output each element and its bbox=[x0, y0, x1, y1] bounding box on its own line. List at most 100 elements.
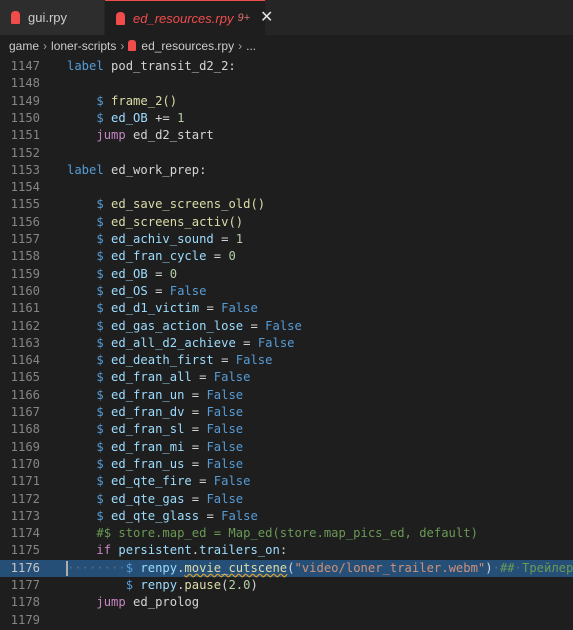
code-token: = bbox=[243, 318, 266, 333]
code-line[interactable]: 1161 $ ed_d1_victim = False bbox=[0, 300, 573, 317]
code-line[interactable]: 1172 $ ed_qte_gas = False bbox=[0, 491, 573, 508]
code-line[interactable]: 1171 $ ed_qte_fire = False bbox=[0, 473, 573, 490]
code-line[interactable]: 1170 $ ed_fran_us = False bbox=[0, 456, 573, 473]
code-text: $ ed_fran_us = False bbox=[67, 456, 243, 473]
code-text: $ ed_all_d2_achieve = False bbox=[67, 335, 294, 352]
code-line[interactable]: 1158 $ ed_fran_cycle = 0 bbox=[0, 248, 573, 265]
renpy-file-icon bbox=[128, 40, 137, 51]
code-line[interactable]: 1168 $ ed_fran_sl = False bbox=[0, 421, 573, 438]
code-line[interactable]: 1177 $ renpy.pause(2.0) bbox=[0, 577, 573, 594]
code-line[interactable]: 1157 $ ed_achiv_sound = 1 bbox=[0, 231, 573, 248]
code-line[interactable]: 1159 $ ed_OB = 0 bbox=[0, 266, 573, 283]
code-line[interactable]: 1148 bbox=[0, 75, 573, 92]
code-line[interactable]: 1163 $ ed_all_d2_achieve = False bbox=[0, 335, 573, 352]
code-line[interactable]: 1179 bbox=[0, 612, 573, 629]
renpy-file-icon bbox=[116, 11, 125, 25]
code-line[interactable]: 1152 bbox=[0, 145, 573, 162]
code-token: False bbox=[221, 508, 258, 523]
code-line[interactable]: 1166 $ ed_fran_un = False bbox=[0, 387, 573, 404]
line-number: 1178 bbox=[10, 595, 40, 610]
code-text: label ed_work_prep: bbox=[67, 162, 206, 179]
breadcrumb-item-symbols[interactable]: ... bbox=[246, 39, 256, 53]
code-line[interactable]: 1178 jump ed_prolog bbox=[0, 594, 573, 611]
code-token: ed_achiv_sound bbox=[111, 232, 214, 246]
code-token: ## bbox=[499, 560, 515, 575]
line-number: 1148 bbox=[10, 76, 40, 91]
code-token: $ bbox=[96, 214, 104, 229]
code-text: jump ed_prolog bbox=[67, 594, 199, 611]
code-line[interactable]: 1160 $ ed_OS = False bbox=[0, 283, 573, 300]
code-editor[interactable]: 1147 label pod_transit_d2_2: 1148 1149 $ fr… bbox=[0, 56, 573, 630]
code-line[interactable]: 1153 label ed_work_prep: bbox=[0, 162, 573, 179]
code-line[interactable]: 1169 $ ed_fran_mi = False bbox=[0, 439, 573, 456]
breadcrumb-item-file[interactable]: ed_resources.rpy bbox=[141, 39, 234, 53]
code-token: ········ bbox=[67, 560, 126, 575]
code-line[interactable]: 1173 $ ed_qte_glass = False bbox=[0, 508, 573, 525]
code-line[interactable]: 1162 $ ed_gas_action_lose = False bbox=[0, 318, 573, 335]
code-line[interactable]: 1154 bbox=[0, 179, 573, 196]
code-line[interactable]: 1151 jump ed_d2_start bbox=[0, 127, 573, 144]
code-token: : bbox=[279, 543, 288, 558]
code-token: trailers_on bbox=[199, 543, 280, 558]
code-token: ed_OS bbox=[111, 283, 148, 298]
code-line[interactable]: 1176 ········$ renpy.movie_cutscene("vide… bbox=[0, 559, 573, 577]
code-token: ) bbox=[485, 560, 493, 575]
code-line[interactable]: 1149 $ frame_2() bbox=[0, 93, 573, 110]
code-token: ed_all_d2_achieve bbox=[111, 335, 236, 350]
code-line[interactable]: 1150 $ ed_OB += 1 bbox=[0, 110, 573, 127]
tab-gui-rpy[interactable]: gui.rpy bbox=[0, 0, 105, 35]
tab-ed-resources-rpy[interactable]: ed_resources.rpy 9+ ✕ bbox=[105, 0, 273, 35]
breadcrumb-item-game[interactable]: game bbox=[9, 39, 39, 53]
line-number: 1167 bbox=[10, 405, 40, 419]
line-number: 1173 bbox=[10, 508, 40, 523]
code-line[interactable]: 1155 $ ed_save_screens_old() bbox=[0, 196, 573, 213]
code-token: = bbox=[213, 353, 236, 368]
code-token: = bbox=[206, 249, 229, 264]
line-number: 1159 bbox=[10, 266, 40, 281]
close-icon[interactable]: ✕ bbox=[260, 10, 273, 26]
code-token: = bbox=[147, 283, 170, 298]
code-line[interactable]: 1175 if persistent.trailers_on: bbox=[0, 542, 573, 559]
code-token: False bbox=[206, 456, 244, 471]
line-number: 1149 bbox=[10, 93, 40, 108]
renpy-file-icon bbox=[11, 11, 20, 24]
code-line[interactable]: 1156 $ ed_screens_activ() bbox=[0, 214, 573, 231]
code-line[interactable]: 1174 #$ store.map_ed = Map_ed(store.map_… bbox=[0, 525, 573, 542]
code-token: $ bbox=[96, 508, 104, 523]
line-number: 1166 bbox=[10, 387, 40, 402]
code-token: 1 bbox=[235, 232, 244, 246]
code-line[interactable]: 1165 $ ed_fran_all = False bbox=[0, 369, 573, 386]
code-token: jump bbox=[96, 595, 126, 610]
code-token: ed_prolog bbox=[125, 595, 200, 610]
line-number: 1156 bbox=[10, 214, 40, 229]
code-token: = bbox=[199, 508, 222, 523]
code-line[interactable]: 1164 $ ed_death_first = False bbox=[0, 352, 573, 369]
code-line[interactable]: 1147 label pod_transit_d2_2: bbox=[0, 58, 573, 75]
line-number: 1169 bbox=[10, 439, 40, 454]
breadcrumb-item-loner-scripts[interactable]: loner-scripts bbox=[51, 39, 116, 53]
code-line[interactable]: 1167 $ ed_fran_dv = False bbox=[0, 404, 573, 421]
code-token: · bbox=[492, 560, 500, 575]
code-text: $ ed_fran_cycle = 0 bbox=[67, 248, 235, 265]
code-token: renpy bbox=[140, 578, 178, 592]
code-token: = bbox=[147, 266, 170, 281]
code-text: $ ed_save_screens_old() bbox=[67, 196, 265, 213]
code-token: $ bbox=[96, 422, 104, 437]
code-text: $ ed_OB = 0 bbox=[67, 266, 177, 283]
code-token: jump bbox=[96, 128, 126, 143]
